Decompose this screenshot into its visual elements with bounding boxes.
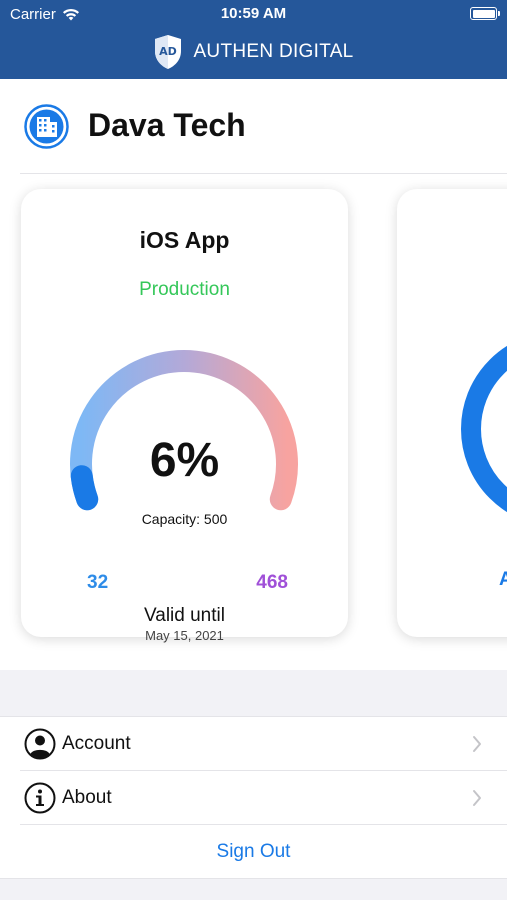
app-header: Carrier 10:59 AM AD AUTHEN DIGITAL [0, 0, 507, 79]
company-name: Dava Tech [88, 107, 246, 143]
company-header: Dava Tech [0, 79, 507, 174]
usage-gauge-partial [461, 345, 507, 513]
menu-item-label: About [62, 787, 112, 808]
valid-until-label: Valid until [144, 605, 225, 626]
chevron-right-icon [473, 736, 481, 752]
settings-list: Account About Sign Out [0, 716, 507, 879]
menu-item-label: Account [62, 733, 131, 754]
partial-label: A [499, 569, 507, 590]
info-circle-icon [24, 782, 56, 814]
status-bar: Carrier 10:59 AM [0, 0, 507, 28]
user-circle-icon [24, 728, 56, 760]
card-title: iOS App [139, 227, 230, 253]
usage-percent: 6% [149, 434, 220, 487]
capacity-label: Capacity: 500 [141, 511, 228, 527]
menu-item-about[interactable]: About [0, 771, 507, 825]
sign-out-button[interactable]: Sign Out [0, 825, 507, 879]
battery-icon [470, 7, 500, 20]
menu-item-account[interactable]: Account [0, 717, 507, 771]
remaining-count: 468 [256, 572, 288, 593]
used-count: 32 [87, 572, 109, 593]
valid-until-date: May 15, 2021 [145, 628, 224, 643]
license-card[interactable]: iOS App Production 6% Capacity: 500 32 4… [21, 189, 348, 643]
building-icon [24, 104, 69, 149]
status-time: 10:59 AM [220, 5, 287, 22]
app-title: AUTHEN DIGITAL [193, 41, 354, 62]
license-card-next[interactable]: A [397, 189, 507, 637]
shield-logo-icon: AD [155, 35, 182, 69]
app-brand: AD AUTHEN DIGITAL [0, 34, 507, 70]
chevron-right-icon [473, 790, 481, 806]
license-carousel[interactable]: iOS App Production 6% Capacity: 500 32 4… [0, 174, 507, 670]
environment-label: Production [139, 279, 230, 300]
svg-text:AD: AD [160, 45, 178, 58]
